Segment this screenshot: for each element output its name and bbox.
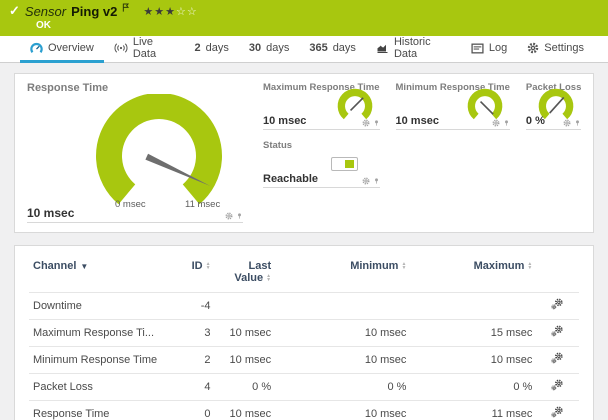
packet-loss-value: 0 % [525, 115, 545, 127]
sort-icon: ▲ ▼ [266, 273, 272, 284]
column-header-last-value[interactable]: Last Value ▲ ▼ [215, 254, 276, 293]
response-time-value: 10 msec [27, 206, 75, 220]
sort-desc-icon: ▼ [80, 262, 89, 271]
tab-bar: Overview Live Data 2 days 30 days 365 da… [0, 36, 608, 63]
minimum-response-time-value: 10 msec [395, 115, 439, 127]
gear-icon [527, 42, 539, 54]
object-kind-label: Sensor [24, 3, 67, 19]
table-row-maximum-response-time[interactable]: Maximum Response Ti... 3 10 msec 10 msec… [29, 319, 579, 347]
log-icon [471, 43, 484, 53]
tab-365-days[interactable]: 365 days [299, 36, 366, 63]
channel-settings-icon[interactable] [551, 379, 564, 392]
pin-icon[interactable] [503, 119, 510, 127]
sort-icon: ▲ ▼ [527, 261, 533, 272]
sensor-status-text: OK [36, 20, 51, 31]
pin-icon[interactable] [373, 177, 380, 185]
channel-settings-icon[interactable] [551, 298, 564, 311]
maximum-response-time-block: Maximum Response Time 10 msec [263, 82, 380, 130]
channel-settings-icon[interactable] [551, 352, 564, 365]
channel-table-panel: Channel ▼ ID ▲ ▼ Last Value ▲ ▼ Minimum ▲ ▼ Max… [14, 245, 594, 420]
pin-icon[interactable] [236, 212, 243, 220]
tab-historic-data[interactable]: Historic Data [366, 36, 461, 63]
column-header-settings [536, 254, 579, 293]
response-time-gauge-block: Response Time 0 msec 11 msec 10 msec [27, 82, 249, 228]
channel-gear-icon[interactable] [492, 119, 500, 127]
sensor-header: ✓ Sensor Ping v2 ★★★☆☆ OK [0, 0, 608, 36]
channel-gear-icon[interactable] [563, 119, 571, 127]
table-row-minimum-response-time[interactable]: Minimum Response Time 2 10 msec 10 msec … [29, 346, 579, 374]
status-value: Reachable [263, 173, 319, 185]
channel-settings-icon[interactable] [551, 406, 564, 419]
overview-gauges-panel: Response Time 0 msec 11 msec 10 msec Max… [14, 73, 594, 233]
pin-icon[interactable] [373, 119, 380, 127]
tab-settings[interactable]: Settings [517, 36, 594, 63]
table-row-packet-loss[interactable]: Packet Loss 4 0 % 0 % 0 % [29, 373, 579, 401]
pin-icon[interactable] [574, 119, 581, 127]
packet-loss-block: Packet Loss 0 % [525, 82, 582, 130]
gauge-title: Response Time [27, 82, 109, 94]
chart-icon [377, 44, 388, 53]
channel-table: Channel ▼ ID ▲ ▼ Last Value ▲ ▼ Minimum ▲ ▼ Max… [29, 254, 579, 420]
tab-30-days[interactable]: 30 days [239, 36, 300, 63]
maximum-response-time-value: 10 msec [263, 115, 307, 127]
table-row-response-time[interactable]: Response Time 0 10 msec 10 msec 11 msec [29, 400, 579, 420]
priority-stars[interactable]: ★★★☆☆ [143, 5, 197, 18]
column-header-maximum[interactable]: Maximum ▲ ▼ [410, 254, 536, 293]
sort-icon: ▲ ▼ [205, 261, 211, 272]
table-row-downtime[interactable]: Downtime -4 [29, 292, 579, 320]
sort-icon: ▲ ▼ [401, 261, 407, 272]
gauge-icon [30, 42, 43, 53]
live-data-icon [114, 43, 128, 53]
minimum-response-time-block: Minimum Response Time 10 msec [395, 82, 510, 130]
status-block: Status Reachable [263, 140, 380, 188]
column-header-id[interactable]: ID ▲ ▼ [176, 254, 215, 293]
tab-overview[interactable]: Overview [20, 36, 104, 63]
column-header-channel[interactable]: Channel ▼ [29, 254, 176, 293]
status-indicator [330, 157, 358, 171]
channel-gear-icon[interactable] [362, 119, 370, 127]
response-time-gauge [96, 94, 222, 205]
channel-gear-icon[interactable] [362, 177, 370, 185]
channel-settings-icon[interactable] [551, 325, 564, 338]
tab-live-data[interactable]: Live Data [104, 36, 185, 63]
small-gauges-grid: Maximum Response Time 10 msec Minimum Re… [263, 82, 582, 232]
column-header-minimum[interactable]: Minimum ▲ ▼ [275, 254, 410, 293]
sensor-title: Ping v2 [71, 3, 118, 19]
tab-log[interactable]: Log [461, 36, 517, 63]
status-check-icon: ✓ [9, 3, 20, 18]
channel-gear-icon[interactable] [225, 212, 233, 220]
flag-icon[interactable] [122, 0, 130, 17]
tab-2-days[interactable]: 2 days [184, 36, 238, 63]
